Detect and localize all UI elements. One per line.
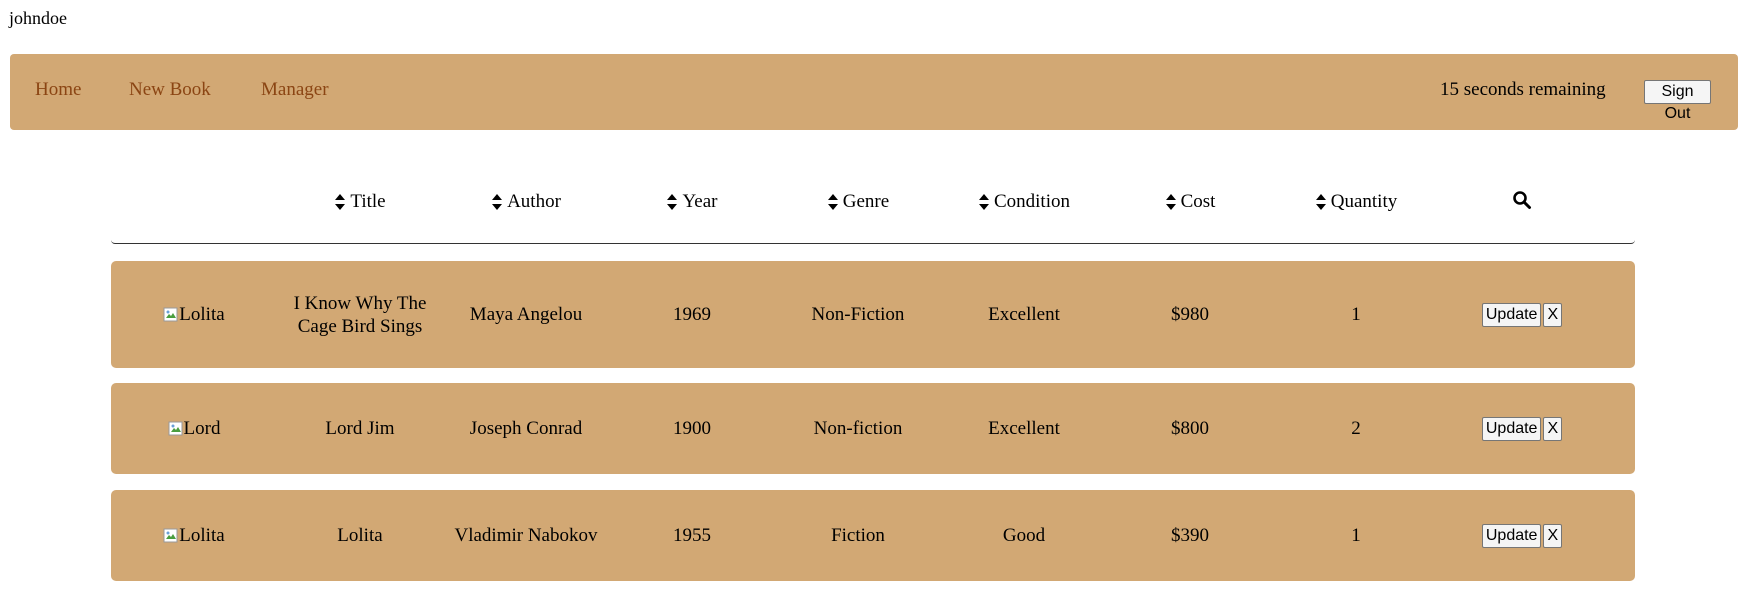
year-cell: 1900 bbox=[673, 418, 711, 439]
genre-cell: Fiction bbox=[831, 525, 885, 546]
book-image: Lolita bbox=[111, 490, 277, 581]
table-row: Lolita Lolita Vladimir Nabokov 1955 Fict… bbox=[111, 490, 1635, 581]
author-cell: Maya Angelou bbox=[469, 304, 583, 325]
magnifier-icon bbox=[1513, 191, 1531, 209]
sort-icon bbox=[827, 194, 838, 210]
sort-icon bbox=[667, 194, 678, 210]
broken-image-icon bbox=[168, 421, 183, 435]
genre-cell: Non-fiction bbox=[813, 418, 903, 439]
row-actions: Update X bbox=[1439, 261, 1605, 368]
year-cell: 1955 bbox=[673, 525, 711, 546]
nav-new-book-link[interactable]: New Book bbox=[129, 79, 211, 101]
book-image: Lolita bbox=[111, 261, 277, 368]
update-button[interactable]: Update bbox=[1481, 416, 1542, 441]
year-cell: 1969 bbox=[673, 304, 711, 325]
search-icon[interactable] bbox=[1439, 190, 1605, 215]
update-button[interactable]: Update bbox=[1481, 302, 1542, 327]
delete-button[interactable]: X bbox=[1543, 416, 1563, 441]
navbar: Home New Book Manager 15 seconds remaini… bbox=[10, 54, 1738, 130]
sort-condition-header[interactable]: Condition bbox=[941, 191, 1107, 213]
broken-image-icon bbox=[163, 307, 178, 321]
delete-button[interactable]: X bbox=[1543, 523, 1563, 548]
condition-cell: Good bbox=[1002, 525, 1046, 546]
quantity-cell: 1 bbox=[1351, 304, 1361, 325]
table-header: Title Author Year Genre Condition Cost Q… bbox=[111, 168, 1635, 244]
cost-cell: $980 bbox=[1171, 304, 1209, 325]
sort-icon bbox=[1315, 194, 1326, 210]
column-genre-label: Genre bbox=[842, 191, 890, 212]
sign-out-button[interactable]: Sign Out bbox=[1644, 80, 1711, 122]
nav-home-link[interactable]: Home bbox=[35, 79, 81, 101]
table-row: Lolita I Know Why The Cage Bird Sings Ma… bbox=[111, 261, 1635, 368]
sort-cost-header[interactable]: Cost bbox=[1107, 191, 1273, 213]
session-timer: 15 seconds remaining bbox=[1440, 79, 1606, 100]
title-cell: Lord Jim bbox=[325, 418, 395, 439]
username: johndoe bbox=[9, 8, 67, 28]
sort-icon bbox=[335, 194, 346, 210]
column-quantity-label: Quantity bbox=[1330, 191, 1398, 212]
title-cell: Lolita bbox=[337, 525, 383, 546]
sort-year-header[interactable]: Year bbox=[609, 191, 775, 213]
cost-cell: $390 bbox=[1171, 525, 1209, 546]
image-alt-text: Lolita bbox=[179, 525, 225, 546]
nav-manager-link[interactable]: Manager bbox=[261, 79, 329, 101]
update-button[interactable]: Update bbox=[1481, 523, 1542, 548]
column-title-label: Title bbox=[350, 191, 386, 212]
author-cell: Vladimir Nabokov bbox=[454, 525, 598, 546]
condition-cell: Excellent bbox=[988, 418, 1060, 439]
column-cost-label: Cost bbox=[1180, 191, 1216, 212]
author-cell: Joseph Conrad bbox=[469, 418, 583, 439]
sort-icon bbox=[1165, 194, 1176, 210]
cost-cell: $800 bbox=[1171, 418, 1209, 439]
sort-author-header[interactable]: Author bbox=[443, 191, 609, 213]
condition-cell: Excellent bbox=[988, 304, 1060, 325]
sort-icon bbox=[978, 194, 989, 210]
row-actions: Update X bbox=[1439, 490, 1605, 581]
delete-button[interactable]: X bbox=[1543, 302, 1563, 327]
image-alt-text: Lord bbox=[183, 418, 221, 439]
broken-image-icon bbox=[163, 528, 178, 542]
table-row: Lord Lord Jim Joseph Conrad 1900 Non-fic… bbox=[111, 383, 1635, 474]
sort-title-header[interactable]: Title bbox=[277, 191, 443, 213]
sort-genre-header[interactable]: Genre bbox=[775, 191, 941, 213]
quantity-cell: 1 bbox=[1351, 525, 1361, 546]
genre-cell: Non-Fiction bbox=[811, 304, 905, 325]
image-alt-text: Lolita bbox=[179, 304, 225, 325]
quantity-cell: 2 bbox=[1351, 418, 1361, 439]
column-year-label: Year bbox=[682, 191, 718, 212]
column-condition-label: Condition bbox=[993, 191, 1070, 212]
row-actions: Update X bbox=[1439, 383, 1605, 474]
sort-quantity-header[interactable]: Quantity bbox=[1273, 191, 1439, 213]
column-author-label: Author bbox=[507, 191, 561, 212]
sort-icon bbox=[492, 194, 503, 210]
book-image: Lord bbox=[111, 383, 277, 474]
title-cell: I Know Why The Cage Bird Sings bbox=[293, 292, 427, 337]
